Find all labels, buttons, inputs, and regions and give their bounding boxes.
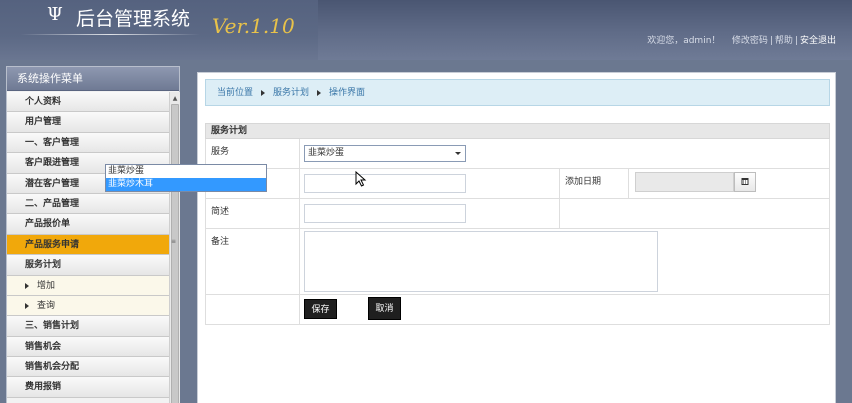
caret-right-icon bbox=[25, 282, 29, 289]
sidebar-item-service-request[interactable]: 产品服务申请 bbox=[7, 234, 169, 256]
save-button[interactable]: 保存 bbox=[304, 299, 337, 319]
sidebar-subitem-label: 查询 bbox=[37, 300, 56, 311]
scroll-up-icon[interactable]: ▲ bbox=[170, 94, 180, 103]
sidebar-item-product-quotes[interactable]: 产品报价单 bbox=[7, 214, 169, 235]
column-divider bbox=[559, 169, 560, 198]
sidebar-item-profile[interactable]: 个人资料 bbox=[7, 92, 169, 113]
sidebar-subitem-add[interactable]: 增加 bbox=[7, 275, 169, 296]
main-panel: 当前位置服务计划操作界面 服务计划 服务 韭菜炒蛋 计划标题 添加日期 简述 bbox=[197, 72, 836, 403]
top-header: Ψ 后台管理系统 Ver.1.10 欢迎您，admin！ 修改密码 | 帮助 | 安全退… bbox=[0, 0, 852, 60]
mouse-cursor-icon bbox=[355, 171, 367, 187]
form-row-remark: 备注 bbox=[205, 229, 830, 295]
description-label: 简述 bbox=[206, 199, 300, 228]
service-selected-value: 韭菜炒蛋 bbox=[308, 148, 345, 158]
chevron-down-icon bbox=[455, 152, 461, 155]
trident-icon: Ψ bbox=[47, 4, 63, 25]
sidebar-item-users[interactable]: 用户管理 bbox=[7, 112, 169, 133]
breadcrumb-item: 操作界面 bbox=[329, 88, 366, 98]
actions-label-cell bbox=[206, 295, 300, 324]
sidebar-menu: 个人资料 用户管理 一、客户管理 客户跟进管理 潜在客户管理 二、产品管理 产品… bbox=[7, 92, 169, 398]
description-input[interactable] bbox=[304, 204, 466, 223]
header-links: 欢迎您，admin！ 修改密码 | 帮助 | 安全退出 bbox=[647, 36, 836, 46]
add-date-label: 添加日期 bbox=[565, 177, 602, 187]
service-select[interactable]: 韭菜炒蛋 bbox=[304, 145, 466, 162]
grip-icon: ≡ bbox=[171, 238, 177, 245]
sidebar-item-customer-mgmt[interactable]: 一、客户管理 bbox=[7, 132, 169, 154]
logout-link[interactable]: 安全退出 bbox=[800, 36, 836, 46]
change-password-link[interactable]: 修改密码 bbox=[732, 36, 768, 46]
service-dropdown-list: 韭菜炒蛋 韭菜炒木耳 bbox=[105, 164, 267, 192]
dropdown-option[interactable]: 韭菜炒蛋 bbox=[106, 165, 266, 178]
calendar-button[interactable] bbox=[734, 172, 756, 192]
breadcrumb-item[interactable]: 当前位置 bbox=[217, 88, 253, 98]
breadcrumb: 当前位置 服务计划 操作界面 bbox=[205, 79, 830, 106]
column-divider bbox=[628, 169, 629, 198]
sidebar-subitem-query[interactable]: 查询 bbox=[7, 295, 169, 317]
cancel-button[interactable]: 取消 bbox=[368, 297, 401, 320]
dropdown-option-highlighted[interactable]: 韭菜炒木耳 bbox=[106, 178, 266, 191]
sidebar-title: 系统操作菜单 bbox=[7, 67, 179, 91]
scroll-thumb[interactable] bbox=[171, 104, 179, 403]
form-row-actions: 保存 取消 bbox=[205, 295, 830, 325]
add-date-input[interactable] bbox=[635, 172, 734, 192]
sidebar-item-opportunity-assign[interactable]: 销售机会分配 bbox=[7, 357, 169, 378]
remark-textarea[interactable] bbox=[304, 231, 658, 292]
caret-right-icon bbox=[317, 90, 322, 96]
caret-right-icon bbox=[25, 302, 29, 309]
plan-title-input[interactable] bbox=[304, 174, 466, 193]
sidebar-item-sales-opportunity[interactable]: 销售机会 bbox=[7, 336, 169, 358]
calendar-icon bbox=[741, 178, 749, 185]
column-divider bbox=[559, 199, 560, 228]
remark-label: 备注 bbox=[206, 229, 300, 294]
form-row-service: 服务 韭菜炒蛋 bbox=[205, 139, 830, 169]
sidebar-scrollbar[interactable]: ▲ ≡ bbox=[169, 92, 180, 403]
welcome-text: 欢迎您，admin！ bbox=[647, 36, 721, 46]
app-version: Ver.1.10 bbox=[212, 14, 295, 38]
form-section-title: 服务计划 bbox=[205, 123, 830, 139]
sidebar-item-product-mgmt[interactable]: 二、产品管理 bbox=[7, 193, 169, 215]
logo-area: Ψ 后台管理系统 Ver.1.10 bbox=[0, 0, 318, 60]
sidebar-item-expense[interactable]: 费用报销 bbox=[7, 377, 169, 398]
sidebar-item-service-plan[interactable]: 服务计划 bbox=[7, 255, 169, 276]
logo-divider bbox=[20, 34, 200, 35]
caret-right-icon bbox=[261, 90, 266, 96]
app-title: 后台管理系统 bbox=[76, 8, 191, 30]
sidebar-subitem-label: 增加 bbox=[37, 280, 56, 291]
form-row-description: 简述 bbox=[205, 199, 830, 229]
form-row-plan-title: 计划标题 添加日期 bbox=[205, 169, 830, 199]
sidebar-item-sales-plan[interactable]: 三、销售计划 bbox=[7, 316, 169, 337]
breadcrumb-item[interactable]: 服务计划 bbox=[273, 88, 309, 98]
sidebar: 系统操作菜单 个人资料 用户管理 一、客户管理 客户跟进管理 潜在客户管理 二、… bbox=[6, 66, 180, 403]
help-link[interactable]: 帮助 bbox=[775, 36, 793, 46]
